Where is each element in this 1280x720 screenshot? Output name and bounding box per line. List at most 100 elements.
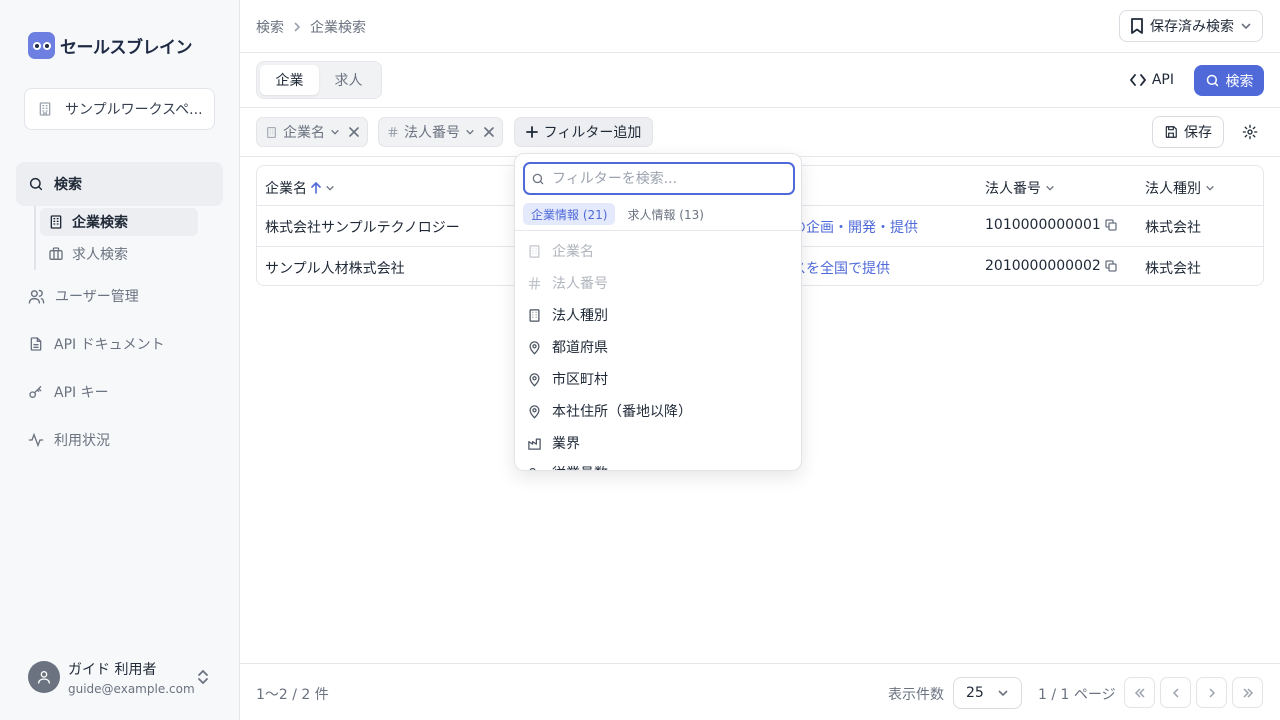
workspace-name: サンプルワークスペ...: [65, 102, 202, 118]
users-icon: [527, 466, 542, 470]
hash-icon: [527, 276, 542, 291]
cell-description[interactable]: スを全国で提供: [792, 258, 890, 278]
chevron-down-icon: [330, 127, 340, 137]
copy-icon[interactable]: [1105, 219, 1117, 231]
cell-corp-number: 2010000000002: [985, 258, 1117, 274]
filter-option-industry[interactable]: 業界: [527, 429, 787, 457]
factory-icon: [527, 436, 542, 451]
cell-description[interactable]: の企画・開発・提供: [792, 217, 918, 237]
breadcrumb: 検索 企業検索: [256, 17, 366, 37]
users-icon: [28, 288, 45, 305]
nav-users-label: ユーザー管理: [55, 289, 139, 305]
building-icon: [265, 126, 278, 139]
nav-search-label: 検索: [54, 177, 82, 193]
nav-api-keys-label: API キー: [54, 385, 109, 401]
top-bar: 検索 企業検索 保存済み検索: [240, 0, 1280, 53]
nav-job-search[interactable]: 求人検索: [40, 240, 198, 268]
column-header-corp-type[interactable]: 法人種別: [1145, 178, 1215, 198]
bookmark-icon: [1130, 18, 1144, 34]
save-button[interactable]: 保存: [1152, 116, 1224, 148]
subnav-line: [34, 206, 36, 270]
nav-company-search[interactable]: 企業検索: [40, 208, 198, 236]
mode-tabs: 企業 求人: [256, 61, 382, 99]
activity-icon: [28, 432, 44, 448]
save-button-label: 保存: [1184, 125, 1212, 141]
nav-usage[interactable]: 利用状況: [16, 418, 223, 462]
filter-category-tabs: 企業情報 (21) 求人情報 (13): [523, 203, 712, 225]
chevron-down-icon: [1045, 183, 1055, 193]
sort-asc-icon: [311, 182, 321, 194]
save-icon: [1164, 125, 1178, 139]
add-filter-label: フィルター追加: [543, 125, 642, 141]
prev-page-button[interactable]: [1160, 677, 1191, 708]
per-page-label: 表示件数: [888, 687, 944, 703]
filter-chip-label: 企業名: [283, 125, 325, 141]
filter-option-address[interactable]: 本社住所（番地以降）: [527, 397, 787, 425]
filter-option-prefecture[interactable]: 都道府県: [527, 333, 787, 361]
filter-chip-corp-number[interactable]: 法人番号: [378, 117, 503, 147]
document-icon: [28, 336, 44, 352]
close-icon[interactable]: [484, 127, 494, 137]
breadcrumb-company-search: 企業検索: [310, 20, 366, 36]
chevron-right-icon: [292, 22, 302, 32]
saved-searches-button[interactable]: 保存済み検索: [1119, 10, 1263, 42]
tab-company[interactable]: 企業: [260, 65, 319, 95]
per-page-select[interactable]: 25: [953, 677, 1022, 709]
first-page-button[interactable]: [1124, 677, 1155, 708]
user-email: guide@example.com: [68, 681, 195, 696]
cell-corp-number: 1010000000001: [985, 217, 1117, 233]
chevrons-left-icon: [1134, 687, 1146, 699]
close-icon[interactable]: [349, 127, 359, 137]
nav-users[interactable]: ユーザー管理: [16, 274, 223, 318]
breadcrumb-search[interactable]: 検索: [256, 17, 284, 37]
filter-chip-label: 法人番号: [404, 125, 460, 141]
nav-search[interactable]: 検索: [16, 162, 223, 206]
search-icon: [28, 176, 44, 192]
cell-corp-type: 株式会社: [1145, 261, 1201, 277]
workspace-switcher[interactable]: サンプルワークスペ...: [24, 88, 215, 130]
cell-company-name: サンプル人材株式会社: [265, 261, 405, 277]
filter-search-field[interactable]: [523, 162, 795, 195]
chevron-left-icon: [1170, 687, 1182, 699]
chevrons-right-icon: [1242, 687, 1254, 699]
nav-usage-label: 利用状況: [54, 433, 110, 449]
chevron-right-icon: [1206, 687, 1218, 699]
filter-search-input[interactable]: [552, 170, 782, 187]
pagination-footer: 1〜2 / 2 件 表示件数 25 1 / 1 ページ: [240, 663, 1280, 720]
nav-job-search-label: 求人検索: [72, 247, 128, 263]
user-menu[interactable]: ガイド 利用者 guide@example.com: [28, 656, 218, 698]
filter-option-city[interactable]: 市区町村: [527, 365, 787, 393]
logo-mark-icon: [28, 32, 55, 59]
user-name: ガイド 利用者: [68, 661, 157, 678]
tab-job[interactable]: 求人: [319, 65, 378, 95]
app-logo[interactable]: セールスブレイン: [28, 32, 193, 59]
chevrons-up-down-icon[interactable]: [196, 668, 210, 686]
chevron-down-icon: [465, 127, 475, 137]
api-button-label: API: [1151, 72, 1174, 88]
filter-option-employees[interactable]: 従業員数: [527, 459, 787, 470]
key-icon: [28, 384, 44, 400]
nav-api-docs-label: API ドキュメント: [54, 337, 165, 353]
sidebar: セールスブレイン サンプルワークスペ... 検索 企業検索 求人検索 ユーザー管…: [0, 0, 240, 720]
hash-icon: [387, 126, 399, 138]
divider: [515, 230, 801, 231]
search-button[interactable]: 検索: [1194, 65, 1264, 96]
column-header-company-name[interactable]: 企業名: [265, 178, 335, 198]
tab-job-info[interactable]: 求人情報 (13): [619, 203, 711, 225]
search-icon: [1205, 73, 1220, 88]
per-page-value: 25: [966, 685, 984, 701]
nav-api-keys[interactable]: API キー: [16, 370, 223, 414]
nav-api-docs[interactable]: API ドキュメント: [16, 322, 223, 366]
copy-icon[interactable]: [1105, 260, 1117, 272]
column-header-corp-number[interactable]: 法人番号: [985, 178, 1055, 198]
chevron-down-icon: [1205, 183, 1215, 193]
tab-company-info[interactable]: 企業情報 (21): [523, 203, 616, 225]
search-icon: [531, 172, 545, 186]
filter-chip-company-name[interactable]: 企業名: [256, 117, 368, 147]
add-filter-button[interactable]: フィルター追加: [514, 117, 653, 147]
filter-option-corp-type[interactable]: 法人種別: [527, 301, 787, 329]
next-page-button[interactable]: [1196, 677, 1227, 708]
gear-icon[interactable]: [1242, 124, 1258, 140]
api-button[interactable]: API: [1129, 67, 1174, 93]
last-page-button[interactable]: [1232, 677, 1263, 708]
